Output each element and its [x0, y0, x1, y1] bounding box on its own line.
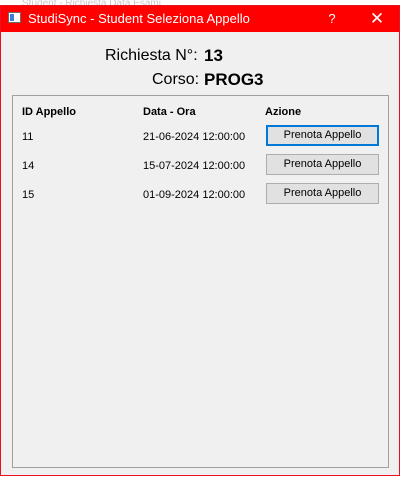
dialog-window: StudiSync - Student Seleziona Appello ? … — [0, 5, 400, 476]
column-header-action: Azione — [265, 106, 302, 118]
app-window-icon — [8, 12, 21, 23]
appello-datetime: 15-07-2024 12:00:00 — [143, 160, 246, 172]
request-number-label: Richiesta N°: — [105, 47, 198, 64]
title-bar[interactable]: StudiSync - Student Seleziona Appello ? … — [1, 6, 399, 32]
appello-id: 11 — [22, 131, 34, 143]
request-number-value: 13 — [204, 46, 223, 65]
help-button[interactable]: ? — [309, 6, 355, 32]
appello-datetime: 01-09-2024 12:00:00 — [143, 189, 246, 201]
column-header-datetime: Data - Ora — [143, 106, 196, 118]
window-title: StudiSync - Student Seleziona Appello — [28, 11, 250, 26]
course-value: PROG3 — [204, 70, 264, 89]
prenota-appello-button[interactable]: Prenota Appello — [266, 125, 379, 146]
prenota-appello-button[interactable]: Prenota Appello — [266, 183, 379, 204]
appello-id: 14 — [22, 160, 35, 172]
close-button[interactable]: ✕ — [354, 6, 400, 32]
column-header-id: ID Appello — [22, 106, 76, 118]
course-label: Corso: — [152, 71, 200, 88]
appello-datetime: 21-06-2024 12:00:00 — [143, 131, 246, 143]
appello-id: 15 — [22, 189, 35, 201]
appelli-panel: ID Appello Data - Ora Azione 11 21-06-20… — [12, 95, 389, 468]
prenota-appello-button[interactable]: Prenota Appello — [266, 154, 379, 175]
